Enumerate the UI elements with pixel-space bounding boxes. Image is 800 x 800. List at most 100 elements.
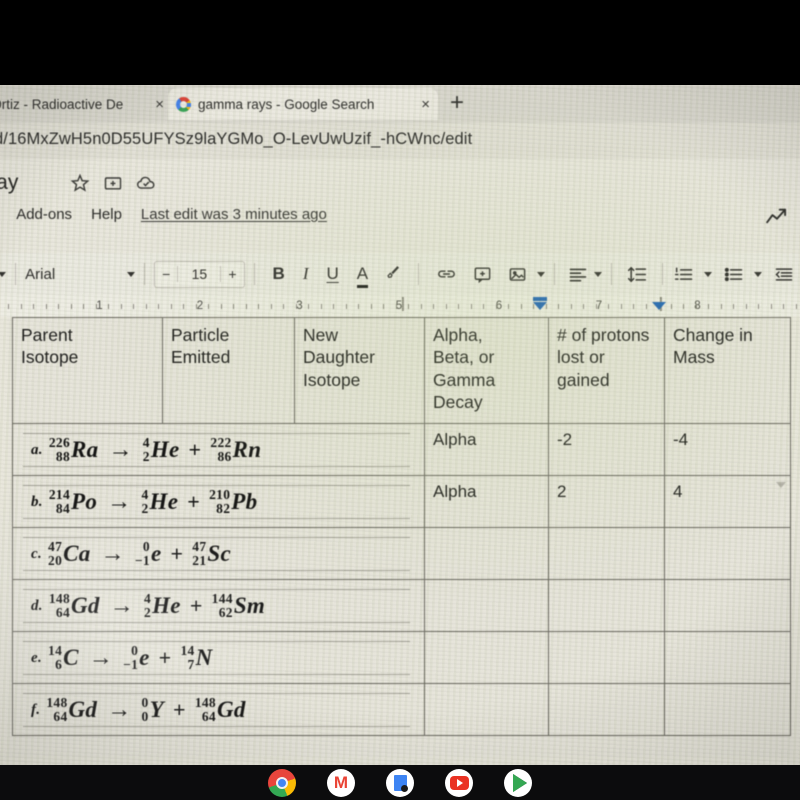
equation-cell[interactable]: d. 148 64 Gd → 4 2 He +144 62 Sm (12, 579, 425, 632)
equation-cell[interactable]: f. 148 64 Gd → 0 0 Y +148 64 Gd (12, 683, 425, 736)
cell-dropdown-icon[interactable] (776, 482, 786, 488)
equation-cell[interactable]: a. 226 88 Ra → 4 2 He +222 86 Rn (12, 423, 425, 476)
menu-item-addons[interactable]: Add-ons (16, 206, 72, 223)
document-ruler[interactable]: 1235678 (0, 295, 800, 317)
protons-change-cell[interactable]: 2 (548, 475, 665, 528)
address-bar[interactable]: d/16MxZwH5n0D55UFYSz9laYGMo_O-LevUwUzif_… (0, 123, 800, 159)
atomic-number: 7 (187, 657, 195, 672)
parent-isotope: 47 20 Ca (48, 540, 91, 568)
ruler-tick (120, 304, 122, 309)
equation-cell[interactable]: e. 14 6 C → 0 −1 e +14 7 N (12, 631, 425, 684)
reaction-arrow: → (109, 592, 135, 619)
document-title[interactable]: ecay (0, 171, 18, 195)
chevron-down-icon[interactable] (754, 271, 763, 277)
element-symbol: Pb (231, 489, 258, 514)
table-header-row: Parent Isotope Particle Emitted New Daug… (12, 317, 791, 424)
move-to-folder-icon[interactable] (103, 173, 123, 193)
ruler-tick (558, 304, 559, 309)
decay-type-cell[interactable] (424, 527, 549, 580)
mass-change-cell[interactable]: 4 (664, 475, 791, 528)
emitted-particle: 0 −1 e (135, 540, 162, 568)
mass-number: 144 (211, 591, 233, 607)
decay-type-cell[interactable]: Alpha (424, 423, 549, 476)
bulleted-list-icon[interactable] (724, 266, 744, 283)
mass-number: 0 (131, 643, 139, 659)
cloud-saved-icon[interactable] (136, 173, 158, 193)
font-size-decrease-button[interactable]: − (155, 266, 177, 282)
plus-sign: + (189, 593, 203, 618)
protons-change-cell[interactable] (548, 527, 665, 580)
element-symbol: C (63, 645, 79, 670)
add-comment-icon[interactable] (473, 265, 492, 284)
chevron-down-icon[interactable] (704, 271, 713, 277)
last-edit-status[interactable]: Last edit was 3 minutes ago (141, 206, 327, 223)
insert-image-icon[interactable] (508, 265, 527, 284)
protons-change-cell[interactable]: -2 (548, 423, 665, 476)
mass-change-cell[interactable] (664, 683, 791, 736)
gmail-icon[interactable]: M (327, 768, 355, 797)
decay-type-cell[interactable] (424, 683, 549, 736)
protons-change-cell[interactable] (548, 631, 665, 684)
close-icon[interactable]: × (415, 96, 430, 113)
font-size-stepper[interactable]: − 15 + (154, 260, 245, 288)
text-color-button[interactable]: A (356, 264, 369, 288)
equation-label: f. (31, 701, 41, 718)
bold-button[interactable]: B (273, 264, 285, 284)
toolbar-divider (611, 263, 613, 285)
ruler-tick (695, 304, 697, 309)
protons-change-cell[interactable] (548, 683, 665, 736)
right-indent-marker[interactable] (652, 302, 666, 310)
line-spacing-icon[interactable] (627, 265, 647, 284)
browser-tab-active[interactable]: gamma rays - Google Search × (168, 88, 438, 120)
ruler-number: 7 (595, 300, 603, 312)
font-size-increase-button[interactable]: + (221, 266, 243, 282)
highlighter-icon[interactable] (384, 265, 402, 283)
paragraph-style-dropdown[interactable]: t (0, 266, 7, 283)
font-size-value[interactable]: 15 (177, 266, 222, 282)
protons-change-cell[interactable] (548, 579, 665, 632)
decay-type-cell[interactable] (424, 631, 549, 684)
italic-button[interactable]: I (303, 264, 309, 284)
trending-up-icon[interactable] (765, 207, 789, 230)
docs-icon[interactable] (386, 768, 414, 797)
mass-change-cell[interactable]: -4 (664, 423, 791, 476)
chevron-down-icon[interactable] (594, 271, 603, 277)
mass-change-cell[interactable] (664, 579, 791, 632)
equation-cell[interactable]: b. 214 84 Po → 4 2 He +210 82 Pb (12, 475, 425, 528)
atomic-number: 2 (144, 605, 152, 620)
ruler-tick (633, 304, 634, 309)
align-left-icon[interactable] (568, 266, 588, 282)
decay-type-cell[interactable]: Alpha (424, 475, 549, 528)
mass-change-cell[interactable] (664, 631, 791, 684)
daughter-isotope: 148 64 Gd (195, 696, 246, 724)
font-family-dropdown[interactable]: Arial (25, 266, 136, 283)
left-indent-marker[interactable] (533, 302, 547, 310)
underline-button[interactable]: U (327, 264, 339, 284)
youtube-icon[interactable] (445, 768, 473, 797)
first-line-indent-marker[interactable] (533, 297, 547, 301)
ruler-tick (520, 304, 522, 309)
emitted-particle: 0 −1 e (123, 644, 150, 672)
link-icon[interactable] (436, 266, 457, 282)
chevron-down-icon[interactable] (537, 271, 546, 277)
play-store-icon[interactable] (504, 768, 532, 797)
ruler-tick (195, 304, 197, 309)
browser-tab-inactive[interactable]: n Ortiz - Radioactive De × (0, 88, 172, 120)
star-icon[interactable] (70, 173, 90, 193)
mass-change-cell[interactable] (664, 527, 791, 580)
ruler-tick (108, 304, 109, 309)
ruler-tick (608, 304, 609, 309)
close-icon[interactable]: × (149, 96, 164, 113)
menu-item-help[interactable]: Help (91, 206, 122, 223)
equation-cell[interactable]: c. 47 20 Ca → 0 −1 e +47 21 Sc (12, 527, 425, 580)
chrome-icon[interactable] (268, 768, 296, 797)
new-tab-button[interactable]: + (450, 91, 464, 115)
mass-number: 14 (48, 643, 63, 659)
decrease-indent-icon[interactable] (774, 266, 794, 283)
decay-type-cell[interactable] (424, 579, 549, 632)
numbered-list-icon[interactable] (674, 266, 694, 283)
ruler-tick (58, 304, 59, 309)
google-icon (176, 96, 191, 112)
column-header-particle-emitted: Particle Emitted (162, 317, 295, 424)
ruler-tick (583, 304, 584, 309)
